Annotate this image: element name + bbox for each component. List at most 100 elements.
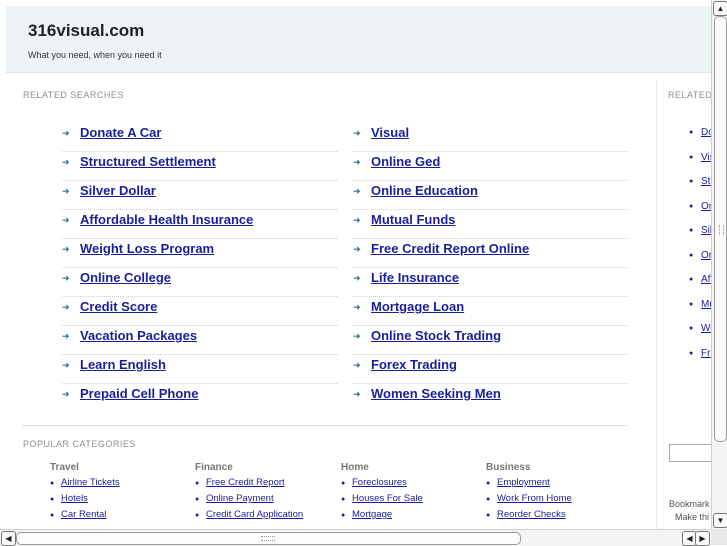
bullet-icon: ● bbox=[486, 512, 491, 519]
bullet-icon: ● bbox=[689, 178, 694, 185]
bullet-icon: ● bbox=[486, 480, 491, 487]
category-column-finance: Finance ● Free Credit Report ● Online Paym… bbox=[195, 462, 335, 525]
category-item: ● Free Credit Report bbox=[195, 477, 335, 493]
search-link[interactable]: Learn English bbox=[80, 357, 166, 372]
horizontal-scrollbar[interactable]: ◀ ◀ ▶ bbox=[0, 529, 711, 546]
category-item: ● Reorder Checks bbox=[486, 509, 626, 525]
category-item: ● Online Payment bbox=[195, 493, 335, 509]
category-link[interactable]: Foreclosures bbox=[352, 477, 407, 488]
search-link[interactable]: Free Credit Report Online bbox=[371, 241, 529, 256]
category-item: ● Airline Tickets bbox=[50, 477, 190, 493]
search-link[interactable]: Online Education bbox=[371, 183, 478, 198]
bullet-icon: ● bbox=[689, 350, 694, 357]
arrow-right-icon: ➜ bbox=[62, 273, 70, 283]
search-item: ➜ Silver Dollar bbox=[62, 181, 337, 210]
search-item: ➜ Prepaid Cell Phone bbox=[62, 384, 337, 412]
arrow-right-icon: ➜ bbox=[353, 215, 361, 225]
arrow-right-icon: ➜ bbox=[62, 157, 70, 167]
bullet-icon: ● bbox=[689, 129, 694, 136]
scroll-left-icon[interactable]: ◀ bbox=[1, 531, 16, 546]
category-link[interactable]: Employment bbox=[497, 477, 550, 488]
arrow-right-icon: ➜ bbox=[353, 186, 361, 196]
sidebar-related-label: RELATED bbox=[668, 90, 713, 100]
arrow-right-icon: ➜ bbox=[353, 244, 361, 254]
category-link[interactable]: Car Rental bbox=[61, 509, 106, 520]
arrow-right-icon: ➜ bbox=[62, 360, 70, 370]
bullet-icon: ● bbox=[486, 496, 491, 503]
site-title[interactable]: 316visual.com bbox=[28, 21, 144, 41]
category-item: ● Foreclosures bbox=[341, 477, 481, 493]
search-item: ➜ Online Education bbox=[353, 181, 628, 210]
search-link[interactable]: Mutual Funds bbox=[371, 212, 456, 227]
search-item: ➜ Learn English bbox=[62, 355, 337, 384]
search-link[interactable]: Structured Settlement bbox=[80, 154, 216, 169]
search-link[interactable]: Affordable Health Insurance bbox=[80, 212, 253, 227]
bullet-icon: ● bbox=[195, 512, 200, 519]
scroll-down-icon[interactable]: ▼ bbox=[713, 513, 727, 528]
search-item: ➜ Vacation Packages bbox=[62, 326, 337, 355]
search-link[interactable]: Online College bbox=[80, 270, 171, 285]
category-link[interactable]: Airline Tickets bbox=[61, 477, 120, 488]
vertical-scroll-thumb[interactable] bbox=[714, 16, 727, 442]
search-item: ➜ Affordable Health Insurance bbox=[62, 210, 337, 239]
arrow-right-icon: ➜ bbox=[353, 157, 361, 167]
scroll-up-icon[interactable]: ▲ bbox=[713, 1, 727, 16]
search-item: ➜ Online Stock Trading bbox=[353, 326, 628, 355]
search-item: ➜ Structured Settlement bbox=[62, 152, 337, 181]
search-item: ➜ Donate A Car bbox=[62, 123, 337, 152]
arrow-right-icon: ➜ bbox=[353, 331, 361, 341]
category-link[interactable]: Mortgage bbox=[352, 509, 392, 520]
category-link[interactable]: Free Credit Report bbox=[206, 477, 285, 488]
category-item: ● Employment bbox=[486, 477, 626, 493]
search-link[interactable]: Donate A Car bbox=[80, 125, 161, 140]
category-link[interactable]: Hotels bbox=[61, 493, 88, 504]
search-link[interactable]: Women Seeking Men bbox=[371, 386, 501, 401]
category-link[interactable]: Reorder Checks bbox=[497, 509, 566, 520]
search-link[interactable]: Vacation Packages bbox=[80, 328, 197, 343]
search-item: ➜ Online Ged bbox=[353, 152, 628, 181]
popular-categories-label: POPULAR CATEGORIES bbox=[23, 439, 136, 449]
make-homepage-link[interactable]: Make thi bbox=[675, 512, 709, 522]
search-link[interactable]: Online Stock Trading bbox=[371, 328, 501, 343]
category-link[interactable]: Work From Home bbox=[497, 493, 572, 504]
arrow-right-icon: ➜ bbox=[62, 186, 70, 196]
bullet-icon: ● bbox=[50, 496, 55, 503]
arrow-right-icon: ➜ bbox=[62, 215, 70, 225]
search-link[interactable]: Life Insurance bbox=[371, 270, 459, 285]
category-title: Business bbox=[486, 462, 531, 473]
bullet-icon: ● bbox=[689, 203, 694, 210]
search-item: ➜ Life Insurance bbox=[353, 268, 628, 297]
horizontal-scroll-thumb[interactable] bbox=[16, 532, 521, 545]
sidebar-search-input[interactable] bbox=[669, 444, 715, 462]
category-column-travel: Travel ● Airline Tickets ● Hotels ● Car Ren… bbox=[50, 462, 190, 525]
search-link[interactable]: Credit Score bbox=[80, 299, 157, 314]
arrow-right-icon: ➜ bbox=[62, 331, 70, 341]
search-link[interactable]: Online Ged bbox=[371, 154, 440, 169]
category-item: ● Mortgage bbox=[341, 509, 481, 525]
bookmark-link[interactable]: Bookmark bbox=[669, 499, 710, 509]
category-link[interactable]: Houses For Sale bbox=[352, 493, 423, 504]
category-item: ● Work From Home bbox=[486, 493, 626, 509]
category-title: Travel bbox=[50, 462, 79, 473]
bullet-icon: ● bbox=[689, 301, 694, 308]
search-link[interactable]: Prepaid Cell Phone bbox=[80, 386, 198, 401]
search-item: ➜ Mortgage Loan bbox=[353, 297, 628, 326]
search-link[interactable]: Mortgage Loan bbox=[371, 299, 464, 314]
category-item: ● Houses For Sale bbox=[341, 493, 481, 509]
scroll-right-icon[interactable]: ▶ bbox=[695, 531, 710, 546]
search-link[interactable]: Visual bbox=[371, 125, 409, 140]
related-searches-label: RELATED SEARCHES bbox=[23, 90, 124, 100]
category-link[interactable]: Credit Card Application bbox=[206, 509, 303, 520]
category-link[interactable]: Online Payment bbox=[206, 493, 274, 504]
search-link[interactable]: Silver Dollar bbox=[80, 183, 156, 198]
category-item: ● Car Rental bbox=[50, 509, 190, 525]
search-item: ➜ Visual bbox=[353, 123, 628, 152]
search-link[interactable]: Weight Loss Program bbox=[80, 241, 214, 256]
category-title: Finance bbox=[195, 462, 233, 473]
scrollbar-corner bbox=[711, 529, 727, 545]
arrow-right-icon: ➜ bbox=[353, 128, 361, 138]
category-column-home: Home ● Foreclosures ● Houses For Sale ● Mor… bbox=[341, 462, 481, 525]
search-link[interactable]: Forex Trading bbox=[371, 357, 457, 372]
vertical-scrollbar[interactable]: ▲ ▼ bbox=[711, 0, 727, 529]
bullet-icon: ● bbox=[195, 480, 200, 487]
